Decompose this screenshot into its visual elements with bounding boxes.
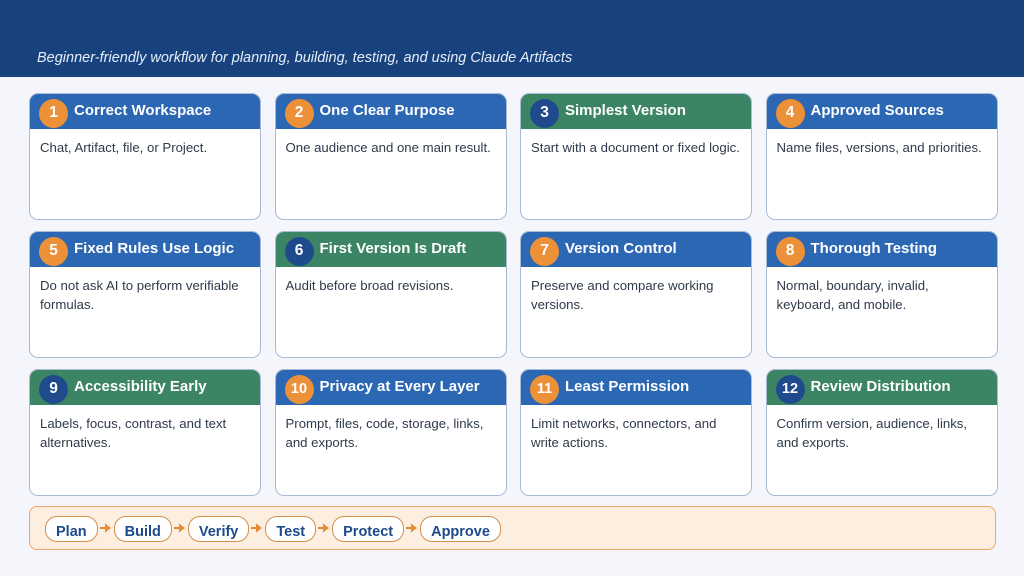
arrow-right-icon (405, 521, 419, 535)
card-3-body: Start with a document or fixed logic. (531, 140, 740, 155)
card-2-body: One audience and one main result. (285, 140, 491, 155)
card-4: 4 Approved Sources Name files, versions,… (765, 93, 998, 220)
card-7-header: 7 Version Control (521, 232, 751, 267)
card-7-title: Version Control (565, 239, 677, 257)
card-5-title: Fixed Rules Use Logic (74, 239, 235, 257)
card-7-number-badge: 7 (530, 236, 559, 266)
card-8: 8 Thorough Testing Normal, boundary, inv… (765, 231, 998, 358)
card-11-body: Limit networks, connectors, and write ac… (531, 416, 717, 450)
card-5: 5 Fixed Rules Use Logic Do not ask AI to… (29, 231, 261, 358)
card-10-number-badge: 10 (284, 374, 314, 404)
card-2-title: One Clear Purpose (319, 101, 455, 119)
card-grid: 1 Correct Workspace Chat, Artifact, file… (29, 93, 998, 497)
arrow-right-icon (250, 521, 264, 535)
card-6-body: Audit before broad revisions. (285, 278, 454, 293)
card-12: 12 Review Distribution Confirm version, … (765, 369, 998, 496)
flow-step-build: Build (113, 516, 172, 542)
arrow-right-icon (99, 521, 113, 535)
card-12-body: Confirm version, audience, links, and ex… (776, 416, 968, 450)
card-6-header: 6 First Version Is Draft (275, 232, 506, 267)
card-12-number-badge: 12 (775, 374, 805, 404)
card-1-number-badge: 1 (39, 98, 68, 128)
card-6-number-badge: 6 (284, 236, 314, 266)
card-2: 2 One Clear Purpose One audience and one… (274, 93, 507, 220)
card-4-number-badge: 4 (775, 98, 805, 128)
card-4-body: Name files, versions, and priorities. (776, 140, 982, 155)
card-12-header: 12 Review Distribution (766, 370, 997, 405)
card-3: 3 Simplest Version Start with a document… (520, 93, 752, 220)
card-7: 7 Version Control Preserve and compare w… (520, 231, 752, 358)
card-3-header: 3 Simplest Version (521, 94, 751, 129)
card-1-header: 1 Correct Workspace (30, 94, 260, 129)
card-10-body: Prompt, files, code, storage, links, and… (285, 416, 484, 450)
card-8-body: Normal, boundary, invalid, keyboard, and… (776, 278, 929, 312)
card-11-title: Least Permission (565, 377, 690, 395)
card-3-number-badge: 3 (530, 98, 559, 128)
card-10-title: Privacy at Every Layer (319, 377, 480, 395)
card-2-number-badge: 2 (284, 98, 314, 128)
card-1: 1 Correct Workspace Chat, Artifact, file… (29, 93, 261, 220)
card-8-number-badge: 8 (775, 236, 805, 266)
card-2-header: 2 One Clear Purpose (275, 94, 506, 129)
card-5-number-badge: 5 (39, 236, 68, 266)
arrow-right-icon (317, 521, 331, 535)
arrow-right-icon (173, 521, 187, 535)
card-11: 11 Least Permission Limit networks, conn… (520, 369, 752, 496)
card-1-body: Chat, Artifact, file, or Project. (40, 140, 208, 155)
card-5-header: 5 Fixed Rules Use Logic (30, 232, 260, 267)
card-9-title: Accessibility Early (74, 377, 207, 395)
card-11-number-badge: 11 (530, 374, 559, 404)
card-9-header: 9 Accessibility Early (30, 370, 260, 405)
card-9-body: Labels, focus, contrast, and text altern… (40, 416, 227, 450)
card-10: 10 Privacy at Every Layer Prompt, files,… (274, 369, 507, 496)
flow-step-protect: Protect (332, 516, 405, 542)
subtitle: Beginner-friendly workflow for planning,… (37, 50, 573, 66)
card-6-title: First Version Is Draft (319, 239, 467, 257)
card-9: 9 Accessibility Early Labels, focus, con… (29, 369, 261, 496)
card-11-header: 11 Least Permission (521, 370, 751, 405)
card-4-header: 4 Approved Sources (766, 94, 997, 129)
flow-step-test: Test (265, 516, 317, 542)
workflow-strip: Plan Build Verify Test Protect Approve (29, 506, 996, 550)
card-6: 6 First Version Is Draft Audit before br… (274, 231, 507, 358)
card-4-title: Approved Sources (810, 101, 944, 119)
card-8-header: 8 Thorough Testing (766, 232, 997, 267)
card-5-body: Do not ask AI to perform verifiable form… (40, 278, 239, 312)
card-10-header: 10 Privacy at Every Layer (275, 370, 506, 405)
flow-step-approve: Approve (420, 516, 501, 542)
card-12-title: Review Distribution (810, 377, 951, 395)
card-8-title: Thorough Testing (810, 239, 937, 257)
flow-step-plan: Plan (45, 516, 98, 542)
card-9-number-badge: 9 (39, 374, 68, 404)
card-3-title: Simplest Version (565, 101, 686, 119)
card-1-title: Correct Workspace (74, 101, 212, 119)
card-7-body: Preserve and compare working versions. (531, 278, 714, 312)
flow-step-verify: Verify (187, 516, 250, 542)
